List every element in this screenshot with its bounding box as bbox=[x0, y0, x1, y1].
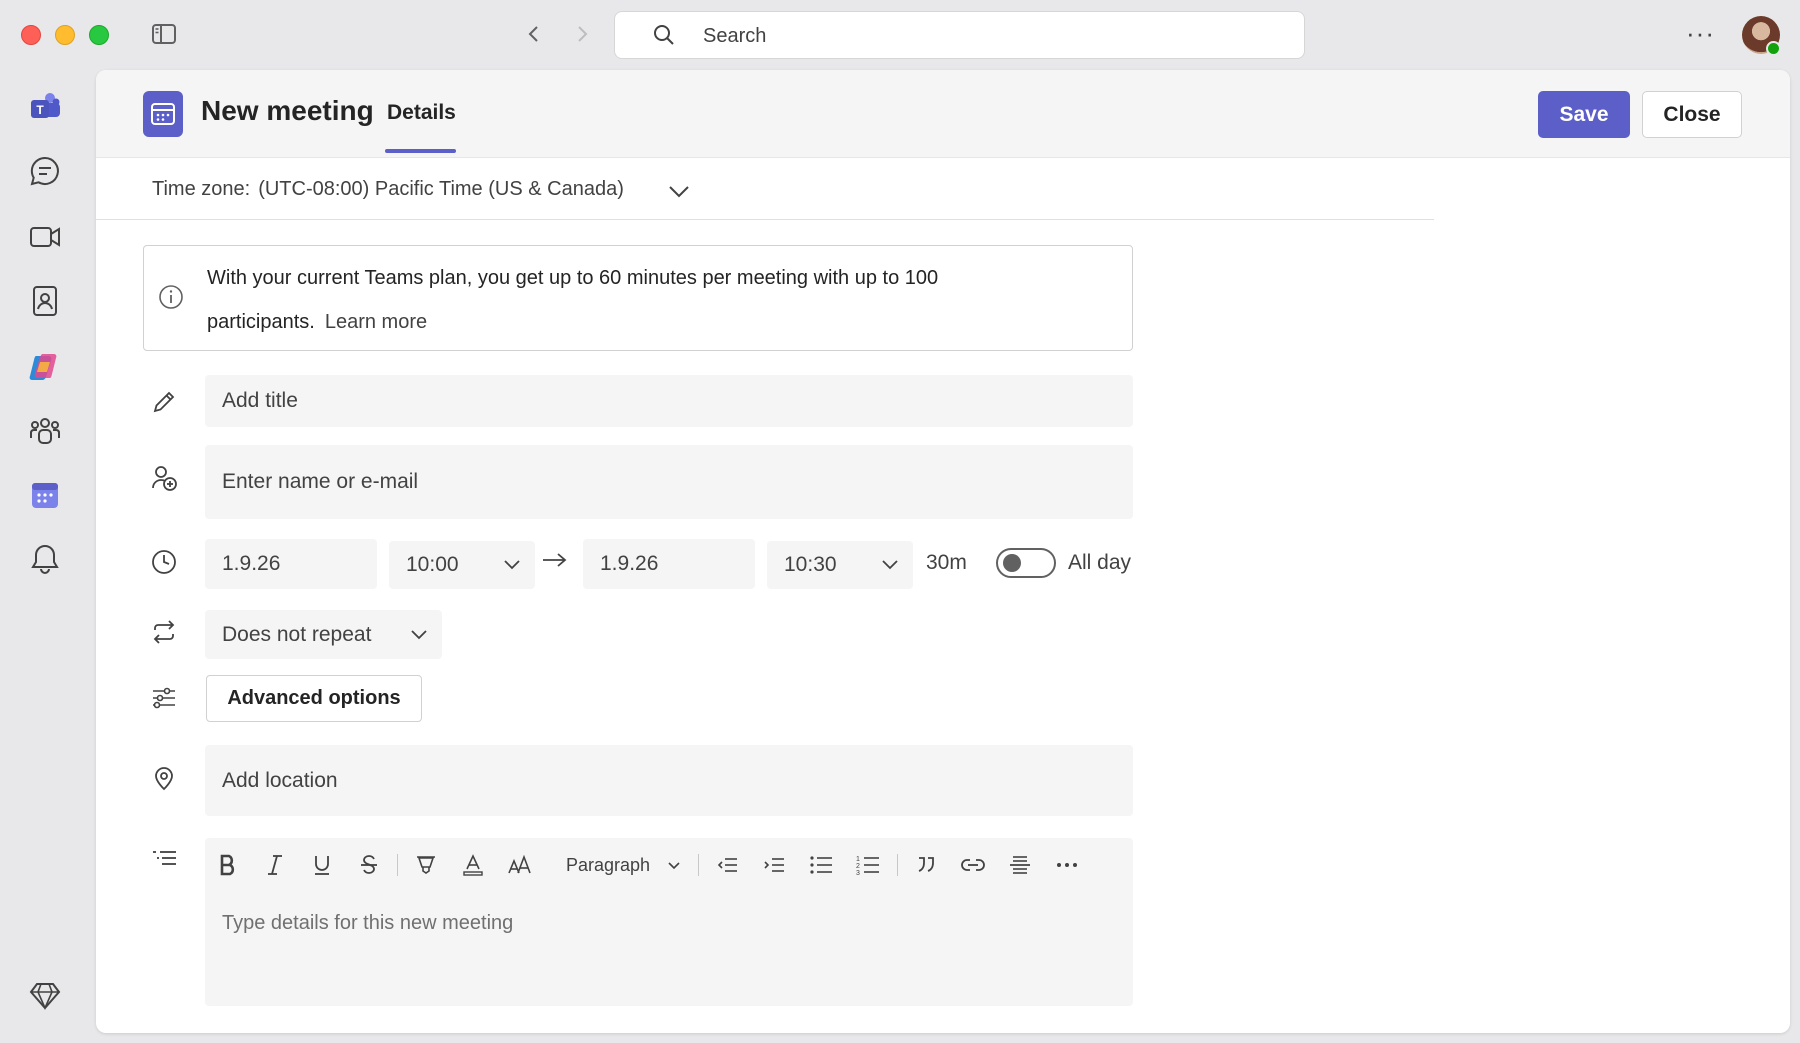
end-date-value: 1.9.26 bbox=[600, 552, 659, 575]
paragraph-style-select[interactable]: Paragraph bbox=[566, 855, 650, 876]
toolbar-divider bbox=[897, 854, 898, 876]
title-bar: Search ··· bbox=[0, 0, 1800, 70]
highlight-icon[interactable] bbox=[409, 848, 443, 882]
svg-text:T: T bbox=[36, 103, 44, 117]
repeat-select[interactable]: Does not repeat bbox=[205, 610, 442, 659]
zoom-window-button[interactable] bbox=[89, 25, 109, 45]
numbered-list-icon[interactable]: 123 bbox=[851, 848, 885, 882]
toolbar-divider bbox=[397, 854, 398, 876]
end-time-value: 10:30 bbox=[784, 553, 837, 576]
meet-icon[interactable] bbox=[28, 220, 62, 254]
underline-icon[interactable] bbox=[305, 848, 339, 882]
app-rail: T bbox=[0, 70, 92, 1043]
tab-active-indicator bbox=[385, 149, 456, 153]
calendar-app-icon bbox=[143, 91, 183, 137]
font-color-icon[interactable] bbox=[456, 848, 490, 882]
arrow-right-icon bbox=[542, 552, 568, 568]
location-input[interactable]: Add location bbox=[205, 745, 1133, 816]
meeting-header: New meeting Details Save Close bbox=[96, 70, 1790, 158]
close-button[interactable]: Close bbox=[1642, 91, 1742, 138]
all-day-label: All day bbox=[1068, 551, 1132, 574]
premium-icon[interactable] bbox=[28, 978, 62, 1012]
timezone-selector[interactable]: Time zone: (UTC-08:00) Pacific Time (US &… bbox=[152, 178, 632, 201]
settings-sliders-icon bbox=[150, 684, 178, 712]
svg-text:2: 2 bbox=[856, 863, 860, 870]
learn-more-link[interactable]: Learn more bbox=[325, 311, 427, 333]
divider bbox=[96, 219, 1434, 220]
italic-icon[interactable] bbox=[258, 848, 292, 882]
plan-info-banner: With your current Teams plan, you get up… bbox=[143, 245, 1133, 351]
activity-icon[interactable] bbox=[28, 542, 62, 576]
chevron-down-icon bbox=[667, 861, 681, 871]
horizontal-rule-icon[interactable] bbox=[1003, 848, 1037, 882]
pencil-icon bbox=[150, 388, 178, 416]
page-title: New meeting bbox=[201, 95, 374, 126]
more-options-icon[interactable]: ··· bbox=[1686, 18, 1715, 49]
banner-message: With your current Teams plan, you get up… bbox=[207, 267, 939, 333]
location-pin-icon bbox=[150, 764, 178, 792]
contacts-icon[interactable] bbox=[28, 284, 62, 318]
copilot-icon[interactable] bbox=[28, 350, 62, 384]
info-icon bbox=[158, 284, 184, 310]
increase-indent-icon[interactable] bbox=[757, 848, 791, 882]
chat-icon[interactable] bbox=[28, 154, 62, 188]
search-input[interactable]: Search bbox=[614, 11, 1305, 59]
clock-icon bbox=[150, 548, 178, 576]
all-day-toggle[interactable] bbox=[996, 548, 1056, 578]
back-arrow-icon[interactable] bbox=[522, 22, 546, 46]
quote-icon[interactable] bbox=[909, 848, 943, 882]
timezone-label: Time zone: bbox=[152, 178, 251, 200]
end-date-input[interactable]: 1.9.26 bbox=[583, 539, 755, 589]
strikethrough-icon[interactable] bbox=[352, 848, 386, 882]
attendees-input[interactable]: Enter name or e-mail bbox=[205, 445, 1133, 519]
chevron-down-icon bbox=[410, 629, 428, 641]
start-date-value: 1.9.26 bbox=[222, 552, 281, 575]
toolbar-divider bbox=[698, 854, 699, 876]
chevron-down-icon bbox=[881, 559, 899, 571]
bold-icon[interactable] bbox=[211, 848, 245, 882]
bulleted-list-icon[interactable] bbox=[804, 848, 838, 882]
tab-details[interactable]: Details bbox=[387, 101, 456, 125]
meeting-panel: New meeting Details Save Close Time zone… bbox=[96, 70, 1790, 1033]
decrease-indent-icon[interactable] bbox=[710, 848, 744, 882]
search-placeholder: Search bbox=[703, 25, 767, 47]
duration-label: 30m bbox=[926, 551, 967, 574]
add-person-icon bbox=[150, 464, 178, 492]
toggle-knob bbox=[1003, 554, 1021, 572]
save-button[interactable]: Save bbox=[1538, 91, 1630, 138]
repeat-icon bbox=[150, 618, 178, 646]
start-date-input[interactable]: 1.9.26 bbox=[205, 539, 377, 589]
calendar-icon[interactable] bbox=[28, 478, 62, 512]
minimize-window-button[interactable] bbox=[55, 25, 75, 45]
advanced-options-button[interactable]: Advanced options bbox=[206, 675, 422, 722]
attendees-placeholder: Enter name or e-mail bbox=[222, 470, 419, 493]
details-editor[interactable]: Paragraph 123 Type details for this new … bbox=[205, 838, 1133, 1006]
search-icon bbox=[653, 24, 675, 46]
location-placeholder: Add location bbox=[222, 768, 338, 792]
more-formatting-icon[interactable] bbox=[1050, 848, 1084, 882]
title-input[interactable]: Add title bbox=[205, 375, 1133, 427]
close-window-button[interactable] bbox=[21, 25, 41, 45]
details-list-icon bbox=[150, 846, 178, 874]
forward-arrow-icon[interactable] bbox=[570, 22, 594, 46]
start-time-select[interactable]: 10:00 bbox=[389, 541, 535, 589]
chevron-down-icon[interactable] bbox=[667, 183, 691, 199]
svg-text:3: 3 bbox=[856, 870, 860, 877]
link-icon[interactable] bbox=[956, 848, 990, 882]
start-time-value: 10:00 bbox=[406, 553, 459, 576]
timezone-value: (UTC-08:00) Pacific Time (US & Canada) bbox=[258, 178, 624, 200]
communities-icon[interactable] bbox=[28, 414, 62, 448]
svg-text:1: 1 bbox=[856, 856, 860, 863]
details-placeholder: Type details for this new meeting bbox=[222, 912, 514, 934]
end-time-select[interactable]: 10:30 bbox=[767, 541, 913, 589]
repeat-value: Does not repeat bbox=[222, 622, 372, 646]
presence-available-icon bbox=[1766, 41, 1781, 56]
teams-logo-icon[interactable]: T bbox=[28, 90, 62, 124]
sidebar-toggle-icon[interactable] bbox=[152, 24, 176, 44]
font-size-icon[interactable] bbox=[503, 848, 537, 882]
title-placeholder: Add title bbox=[222, 389, 298, 412]
chevron-down-icon bbox=[503, 559, 521, 571]
